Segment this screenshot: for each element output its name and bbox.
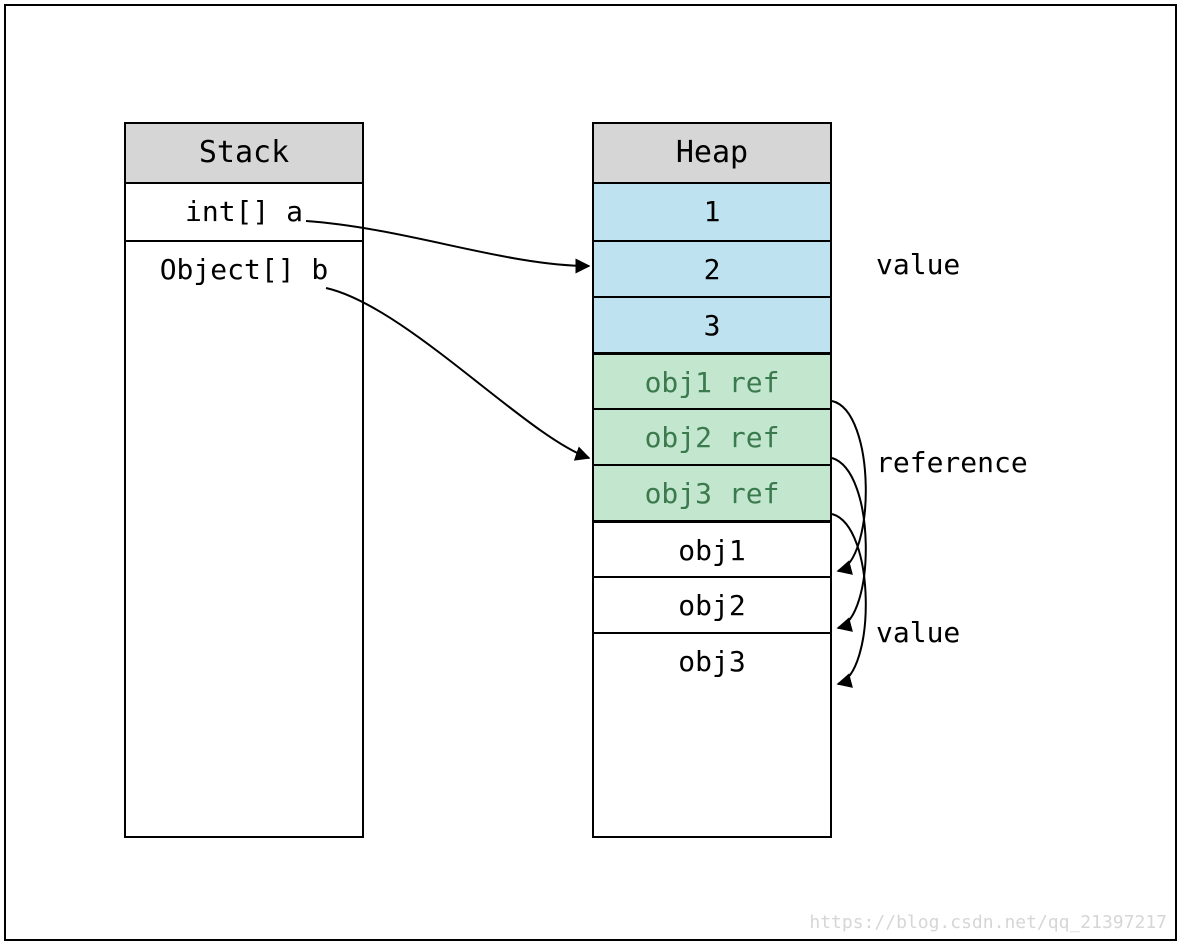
arrow-ref3-to-obj3 [832,514,866,684]
arrow-ref2-to-obj2 [832,458,866,628]
stack-item: int[] a [126,184,362,240]
heap-obj-cell: obj2 [594,576,830,632]
heap-ref-cell: obj1 ref [594,352,830,408]
stack-header: Stack [126,124,362,184]
label-value-bottom: value [876,616,960,649]
heap-header: Heap [594,124,830,184]
heap-ref-cell: obj3 ref [594,464,830,520]
stack-box: Stack int[] a Object[] b [124,122,364,838]
watermark: https://blog.csdn.net/qq_21397217 [809,912,1167,933]
heap-int-cell: 2 [594,240,830,296]
heap-int-cell: 1 [594,184,830,240]
label-reference: reference [876,446,1028,479]
heap-box: Heap 1 2 3 obj1 ref obj2 ref obj3 ref ob… [592,122,832,838]
label-value-top: value [876,248,960,281]
heap-obj-cell: obj3 [594,632,830,688]
heap-obj-cell: obj1 [594,520,830,576]
diagram-frame: Stack int[] a Object[] b Heap 1 2 3 obj1… [4,4,1177,941]
stack-item: Object[] b [126,240,362,296]
arrow-b-to-refs [326,288,589,458]
heap-int-cell: 3 [594,296,830,352]
arrow-ref1-to-obj1 [832,401,866,571]
heap-ref-cell: obj2 ref [594,408,830,464]
